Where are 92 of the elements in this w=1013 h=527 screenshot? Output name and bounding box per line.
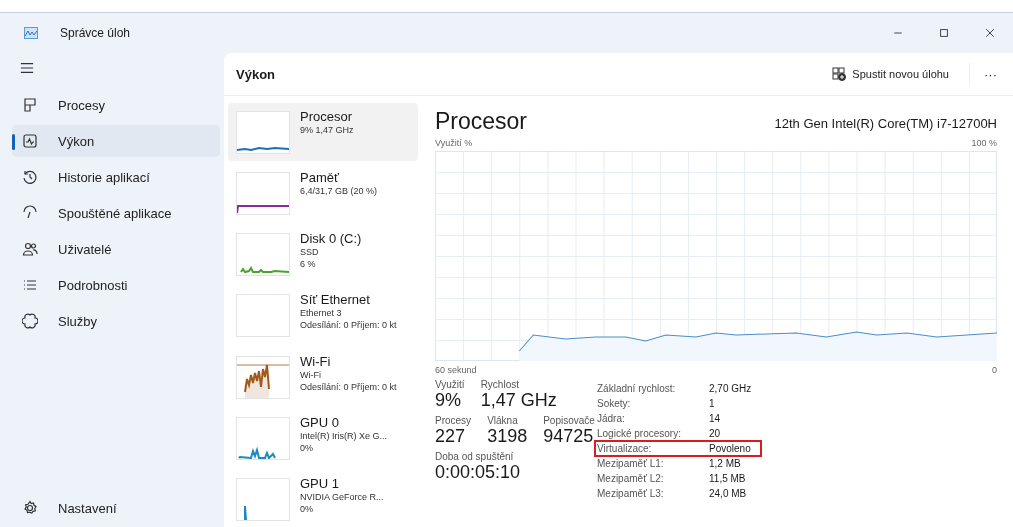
- stat-label: Popisovače: [543, 415, 595, 426]
- stat-value: 227: [435, 426, 467, 447]
- device-info: Odesílání: 0 Příjem: 0 kt: [300, 319, 397, 332]
- device-item[interactable]: Wi-Fi Wi-Fi Odesílání: 0 Příjem: 0 kt: [228, 347, 418, 406]
- property-value: 14: [709, 412, 722, 426]
- property-value: 2,70 GHz: [709, 382, 753, 396]
- property-label: Virtualizace:: [596, 442, 653, 456]
- stat-label: Využití: [435, 379, 465, 390]
- nav-item[interactable]: Služby: [12, 305, 220, 337]
- menu-icon[interactable]: [19, 61, 35, 75]
- stat-value: 94725: [543, 426, 595, 447]
- settings-icon: [22, 500, 38, 516]
- device-info: 0%: [300, 502, 314, 515]
- cpu-model: 12th Gen Intel(R) Core(TM) i7-12700H: [774, 116, 997, 131]
- device-name: Procesor: [300, 109, 354, 124]
- device-info: NVIDIA GeForce R...: [300, 490, 384, 503]
- device-item[interactable]: Paměť 6,4/31,7 GB (20 %): [228, 164, 418, 223]
- run-task-button[interactable]: Spustit novou úlohu: [824, 63, 957, 85]
- device-name: Disk 0 (C:): [300, 231, 362, 247]
- property-label: Mezipaměť L2:: [596, 472, 665, 486]
- users-icon: [22, 241, 38, 257]
- device-info: Ethernet 3: [300, 307, 343, 320]
- axis-label: 100 %: [971, 138, 997, 148]
- maximize-icon: [938, 27, 950, 39]
- property-value: 20: [709, 427, 722, 441]
- property-value: 24,0 MB: [709, 487, 748, 501]
- stat-value: 0:00:05:10: [435, 462, 521, 483]
- grid-icon: [22, 97, 38, 113]
- device-name: Síť Ethernet: [300, 292, 371, 308]
- device-info: 6 %: [300, 258, 317, 271]
- puzzle-icon: [22, 313, 38, 329]
- nav-item[interactable]: Spouštěné aplikace: [12, 197, 220, 229]
- pulse-chart-icon: [22, 133, 38, 149]
- mini-graph: [236, 111, 290, 154]
- axis-label: 60 sekund: [435, 365, 477, 375]
- new-task-icon: [832, 67, 847, 81]
- stat-label: Doba od spuštění: [435, 451, 515, 462]
- mini-graph: [236, 172, 290, 216]
- detail-title: Procesor: [435, 108, 528, 134]
- device-name: Wi-Fi: [300, 353, 332, 369]
- app-icon: [24, 27, 38, 39]
- device-item[interactable]: GPU 1 NVIDIA GeForce R... 0%: [228, 469, 418, 527]
- device-item[interactable]: Disk 0 (C:) SSD 6 %: [228, 225, 418, 284]
- nav-item[interactable]: Výkon: [12, 125, 220, 157]
- device-info: SSD: [300, 246, 320, 259]
- more-button[interactable]: ···: [969, 62, 1001, 86]
- device-info: Wi-Fi: [300, 368, 322, 381]
- mini-graph: [236, 477, 290, 521]
- device-info: Odesílání: 0 Příjem: 0 kt: [300, 380, 397, 393]
- property-label: Mezipaměť L1:: [596, 457, 665, 471]
- axis-label: 0: [992, 365, 997, 375]
- property-value: 11,5 MB: [709, 472, 747, 486]
- property-label: Základní rychlost:: [596, 382, 677, 396]
- stat-value: 3198: [487, 426, 528, 447]
- nav-item[interactable]: Uživatelé: [12, 233, 220, 265]
- property-value: 1,2 MB: [709, 457, 742, 471]
- stat-value: 9%: [435, 390, 462, 411]
- device-info: 0%: [300, 441, 314, 454]
- property-label: Mezipaměť L3:: [596, 487, 665, 501]
- stat-label: Vlákna: [487, 415, 519, 426]
- stat-label: Procesy: [435, 415, 472, 426]
- device-info: 9% 1,47 GHz: [300, 124, 354, 136]
- nav-item[interactable]: Podrobnosti: [12, 269, 220, 301]
- property-label: Jádra:: [596, 412, 626, 426]
- page-title: Výkon: [236, 66, 275, 82]
- mini-graph: [236, 416, 290, 460]
- axis-label: Využití %: [435, 138, 473, 148]
- history-icon: [22, 169, 38, 185]
- device-name: GPU 0: [300, 414, 340, 430]
- stat-label: Rychlost: [480, 379, 520, 390]
- device-name: GPU 1: [300, 475, 340, 491]
- device-item[interactable]: Procesor 9% 1,47 GHz: [228, 103, 418, 162]
- mini-graph: [236, 355, 290, 399]
- stat-value: 1,47 GHz: [480, 390, 557, 411]
- list-icon: [22, 277, 38, 293]
- property-value: 1: [709, 397, 716, 411]
- device-item[interactable]: Síť Ethernet Ethernet 3 Odesílání: 0 Příjem: 0 kt: [228, 286, 418, 345]
- device-item[interactable]: GPU 0 Intel(R) Iris(R) Xe G... 0%: [228, 408, 418, 467]
- gauge-icon: [22, 205, 38, 221]
- device-name: Paměť: [300, 170, 340, 186]
- property-label: Sokety:: [596, 397, 632, 411]
- nav-item[interactable]: Procesy: [12, 89, 220, 121]
- property-value: Povoleno: [709, 442, 752, 456]
- settings-item[interactable]: Nastavení: [12, 492, 220, 524]
- mini-graph: [236, 294, 290, 338]
- device-info: 6,4/31,7 GB (20 %): [300, 185, 378, 198]
- window-title: Správce úloh: [60, 26, 131, 40]
- property-label: Logické procesory:: [596, 427, 682, 441]
- close-icon: [984, 27, 996, 39]
- device-info: Intel(R) Iris(R) Xe G...: [300, 429, 387, 442]
- nav-item[interactable]: Historie aplikací: [12, 161, 220, 193]
- mini-graph: [236, 233, 290, 277]
